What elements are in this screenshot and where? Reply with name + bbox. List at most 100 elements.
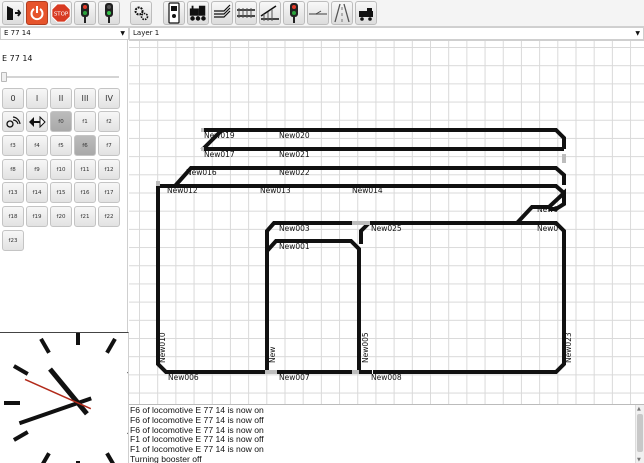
function-button-f6[interactable]: f6 bbox=[74, 135, 96, 156]
toolbar: STOP bbox=[0, 0, 644, 27]
direction-toggle-button[interactable] bbox=[26, 111, 48, 132]
power-icon bbox=[30, 6, 44, 21]
function-button-f17[interactable]: f17 bbox=[98, 182, 120, 203]
label-new: New bbox=[268, 347, 277, 363]
label-new019: New019 bbox=[204, 131, 235, 140]
label-new003: New003 bbox=[279, 224, 310, 233]
label-new025: New025 bbox=[371, 224, 402, 233]
clock-second-hand bbox=[24, 378, 92, 410]
function-button-f22[interactable]: f22 bbox=[98, 206, 120, 227]
exit-door-icon bbox=[7, 6, 22, 20]
route-button[interactable] bbox=[331, 1, 353, 25]
track-new016-new022[interactable] bbox=[173, 166, 566, 188]
function-button-f12[interactable]: f12 bbox=[98, 159, 120, 180]
track-new012-new006[interactable] bbox=[156, 186, 265, 374]
function-button-f2[interactable]: f2 bbox=[98, 111, 120, 132]
clock-minute-hand bbox=[18, 396, 92, 426]
layer-select-value: Layer 1 bbox=[133, 29, 160, 37]
signal-button[interactable] bbox=[74, 1, 96, 25]
turnout-button[interactable] bbox=[259, 1, 281, 25]
label-new0-right: New0 bbox=[537, 224, 558, 233]
speed-slider-handle[interactable] bbox=[1, 72, 7, 82]
loco-name: E 77 14 bbox=[2, 54, 33, 63]
function-button-f15[interactable]: f15 bbox=[50, 182, 72, 203]
function-button-f16[interactable]: f16 bbox=[74, 182, 96, 203]
function-button-f20[interactable]: f20 bbox=[50, 206, 72, 227]
clock-tick bbox=[39, 337, 51, 354]
scroll-thumb[interactable] bbox=[637, 414, 643, 452]
track-button[interactable] bbox=[235, 1, 257, 25]
feedback-icon bbox=[309, 10, 327, 15]
track-new025-loop[interactable] bbox=[370, 221, 566, 374]
function-button-f18[interactable]: f18 bbox=[2, 206, 24, 227]
feedback-button[interactable] bbox=[307, 1, 329, 25]
direction-button-3[interactable]: III bbox=[74, 88, 96, 109]
log-scrollbar[interactable]: ▲ ▼ bbox=[635, 405, 644, 463]
clock-tick bbox=[12, 364, 29, 376]
signal-green-icon bbox=[105, 3, 113, 23]
function-button-f5[interactable]: f5 bbox=[50, 135, 72, 156]
scroll-up-icon[interactable]: ▲ bbox=[637, 406, 641, 412]
loco-control-panel: E 77 14 0 I II III IV f0 f1 f2 f3 f4 f5 … bbox=[0, 40, 128, 332]
controller-button[interactable] bbox=[163, 1, 185, 25]
chevron-down-icon: ▼ bbox=[635, 30, 640, 37]
route-icon bbox=[334, 3, 350, 23]
label-new012: New012 bbox=[167, 186, 198, 195]
signal-green-button[interactable] bbox=[98, 1, 120, 25]
loco-edit-button[interactable] bbox=[355, 1, 377, 25]
speed-slider-track[interactable] bbox=[3, 76, 119, 78]
signal-icon bbox=[81, 3, 89, 23]
function-button-f0[interactable]: f0 bbox=[50, 111, 72, 132]
power-button[interactable] bbox=[26, 1, 48, 25]
clock-panel bbox=[0, 332, 129, 463]
label-new013: New013 bbox=[260, 186, 291, 195]
layers-button[interactable] bbox=[211, 1, 233, 25]
log-line: Turning booster off bbox=[130, 453, 202, 463]
function-button-f14[interactable]: f14 bbox=[26, 182, 48, 203]
turnout-icon bbox=[260, 5, 279, 21]
clock-tick bbox=[12, 430, 29, 442]
clock-tick bbox=[105, 452, 115, 463]
stop-button[interactable]: STOP bbox=[50, 1, 72, 25]
locomotive-button[interactable] bbox=[187, 1, 209, 25]
function-button-f11[interactable]: f11 bbox=[74, 159, 96, 180]
label-new020: New020 bbox=[279, 131, 310, 140]
function-button-f10[interactable]: f10 bbox=[50, 159, 72, 180]
direction-button-1[interactable]: I bbox=[26, 88, 48, 109]
locomotive-select[interactable]: E 77 14 ▼ bbox=[0, 27, 129, 40]
chevron-down-icon: ▼ bbox=[120, 30, 125, 37]
label-new014: New014 bbox=[352, 186, 383, 195]
station-clock bbox=[4, 333, 128, 463]
layers-icon bbox=[214, 4, 231, 18]
function-button-f13[interactable]: f13 bbox=[2, 182, 24, 203]
function-button-f3[interactable]: f3 bbox=[2, 135, 24, 156]
function-button-f19[interactable]: f19 bbox=[26, 206, 48, 227]
function-button-f1[interactable]: f1 bbox=[74, 111, 96, 132]
layer-select[interactable]: Layer 1 ▼ bbox=[129, 27, 644, 40]
label-new016: New016 bbox=[186, 168, 217, 177]
track-layout-canvas[interactable]: New019 New020 New017 New021 New016 New02… bbox=[129, 40, 644, 404]
signal-edit-button[interactable] bbox=[283, 1, 305, 25]
controller-icon bbox=[168, 2, 180, 24]
direction-button-2[interactable]: II bbox=[50, 88, 72, 109]
loco-edit-icon bbox=[359, 8, 373, 21]
label-new007: New007 bbox=[279, 373, 310, 382]
direction-button-4[interactable]: IV bbox=[98, 88, 120, 109]
function-button-f21[interactable]: f21 bbox=[74, 206, 96, 227]
function-button-f9[interactable]: f9 bbox=[26, 159, 48, 180]
function-button-f23[interactable]: f23 bbox=[2, 230, 24, 251]
function-button-f4[interactable]: f4 bbox=[26, 135, 48, 156]
gears-icon bbox=[134, 6, 149, 21]
track-new025-crossover[interactable] bbox=[359, 221, 371, 244]
wireless-button[interactable] bbox=[2, 111, 24, 132]
track-new001-loop[interactable] bbox=[265, 239, 361, 374]
clock-tick bbox=[41, 452, 51, 463]
message-log: F6 of locomotive E 77 14 is now on F6 of… bbox=[129, 404, 644, 463]
settings-button[interactable] bbox=[130, 1, 152, 25]
direction-button-0[interactable]: 0 bbox=[2, 88, 24, 109]
scroll-down-icon[interactable]: ▼ bbox=[637, 457, 641, 463]
function-button-f7[interactable]: f7 bbox=[98, 135, 120, 156]
layout-editor-button[interactable] bbox=[2, 1, 24, 25]
direction-arrows-icon bbox=[29, 115, 46, 128]
function-button-f8[interactable]: f8 bbox=[2, 159, 24, 180]
